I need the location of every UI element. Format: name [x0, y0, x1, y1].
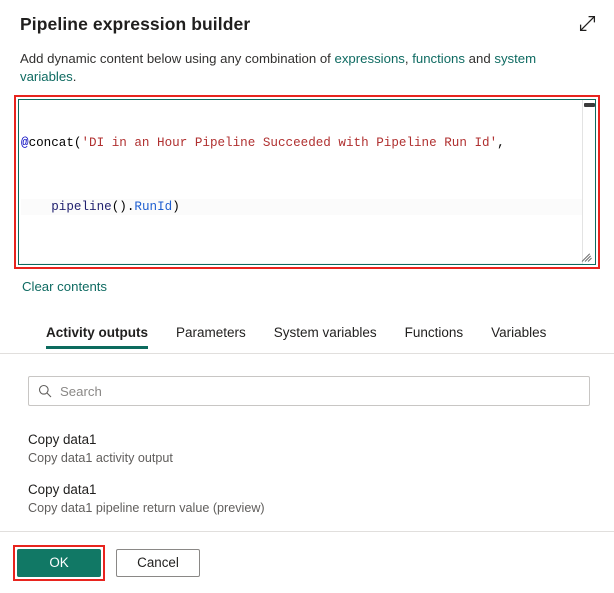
panel-header: Pipeline expression builder Add dynamic …: [0, 0, 614, 86]
token-at-sign: @: [21, 136, 29, 150]
ok-button-highlight: OK: [13, 545, 105, 581]
ok-button[interactable]: OK: [17, 549, 101, 577]
description-sep2: and: [465, 51, 494, 66]
tab-activity-outputs[interactable]: Activity outputs: [44, 322, 162, 348]
token-string-literal: 'DI in an Hour Pipeline Succeeded with P…: [81, 136, 497, 150]
token-function-concat: concat(: [29, 136, 82, 150]
list-item-subtitle: Copy data1 activity output: [28, 450, 594, 467]
tab-bar: Activity outputs Parameters System varia…: [0, 322, 614, 354]
link-functions[interactable]: functions: [412, 51, 465, 66]
token-property-runid: RunId: [134, 200, 172, 214]
tab-variables[interactable]: Variables: [477, 322, 560, 348]
tab-parameters[interactable]: Parameters: [162, 322, 260, 348]
search-input[interactable]: [60, 384, 581, 399]
editor-vertical-scrollbar[interactable]: [582, 100, 595, 264]
activity-outputs-list: Copy data1 Copy data1 activity output Co…: [0, 426, 614, 526]
list-item[interactable]: Copy data1 Copy data1 activity output: [28, 426, 594, 476]
code-line-3: [21, 263, 582, 264]
expression-editor-highlight: @concat('DI in an Hour Pipeline Succeede…: [14, 95, 600, 269]
token-parens: (): [112, 200, 127, 214]
tab-system-variables[interactable]: System variables: [260, 322, 391, 348]
clear-contents-row: Clear contents: [22, 278, 614, 296]
scrollbar-thumb[interactable]: [584, 103, 595, 107]
token-comma: ,: [497, 136, 505, 150]
description-suffix: .: [73, 69, 77, 84]
search-icon: [37, 383, 53, 399]
search-box[interactable]: [28, 376, 590, 406]
expression-editor[interactable]: @concat('DI in an Hour Pipeline Succeede…: [18, 99, 596, 265]
editor-resize-grip[interactable]: [582, 251, 594, 263]
cancel-button[interactable]: Cancel: [116, 549, 200, 577]
link-expressions[interactable]: expressions: [335, 51, 405, 66]
expression-code-area[interactable]: @concat('DI in an Hour Pipeline Succeede…: [19, 100, 582, 264]
description-prefix: Add dynamic content below using any comb…: [20, 51, 335, 66]
page-title: Pipeline expression builder: [20, 12, 594, 36]
list-item-subtitle: Copy data1 pipeline return value (previe…: [28, 500, 594, 517]
tab-functions[interactable]: Functions: [391, 322, 478, 348]
panel-description: Add dynamic content below using any comb…: [20, 50, 594, 86]
dialog-footer: OK Cancel: [0, 531, 614, 593]
token-identifier-pipeline: pipeline: [51, 200, 111, 214]
expand-dialog-button[interactable]: [572, 8, 602, 38]
code-line-2: pipeline().RunId): [21, 199, 582, 215]
code-line-1: @concat('DI in an Hour Pipeline Succeede…: [21, 135, 582, 151]
list-item-title: Copy data1: [28, 431, 594, 449]
list-item[interactable]: Copy data1 Copy data1 pipeline return va…: [28, 476, 594, 526]
list-item-title: Copy data1: [28, 481, 594, 499]
clear-contents-link[interactable]: Clear contents: [22, 279, 107, 294]
expand-diagonal-icon: [579, 15, 596, 32]
token-indent: [21, 200, 51, 214]
token-close-paren: ): [172, 200, 180, 214]
